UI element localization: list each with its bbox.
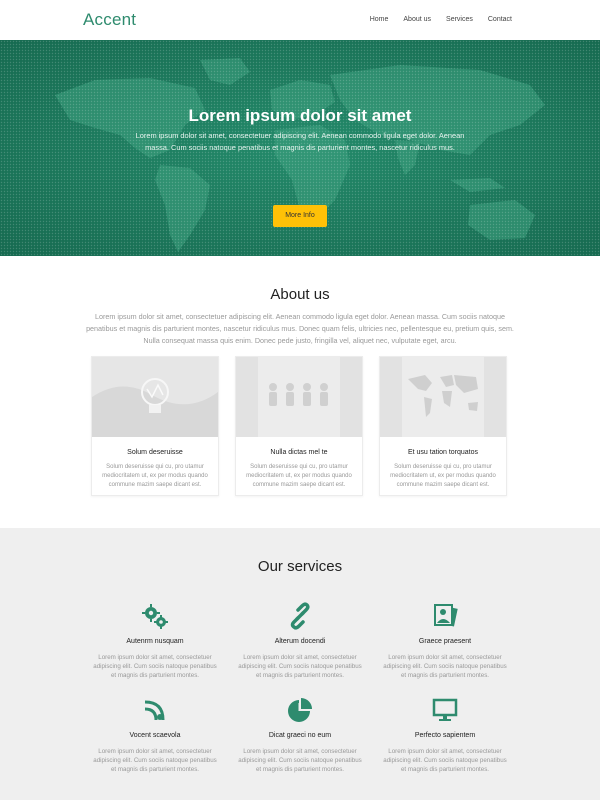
hero-text: Lorem ipsum dolor sit amet, consectetuer… (135, 131, 465, 152)
site-logo[interactable]: Accent (83, 10, 136, 30)
nav-home-link[interactable]: Home (370, 16, 389, 23)
services-section: Our services Autenrm nusquam Lorem ipsum… (0, 528, 600, 800)
service-title: Alterum docendi (274, 638, 326, 645)
about-card-2[interactable]: Nulla dictas mel te Solum deseruisse qui… (235, 356, 363, 496)
service-text: Lorem ipsum dolor sit amet, consectetuer… (93, 654, 217, 679)
lightbulb-icon (92, 357, 218, 437)
card-image-map (380, 357, 506, 437)
more-info-button[interactable]: More Info (273, 205, 327, 227)
site-header: Accent Home About us Services Contact (0, 0, 600, 40)
hero-banner: Lorem ipsum dolor sit amet Lorem ipsum d… (0, 40, 600, 256)
nav-contact-link[interactable]: Contact (488, 16, 512, 23)
rss-icon (144, 700, 165, 721)
service-item: Graece praesent Lorem ipsum dolor sit am… (380, 602, 510, 680)
gears-icon (142, 604, 168, 629)
service-text: Lorem ipsum dolor sit amet, consectetuer… (238, 654, 362, 679)
service-item: Vocent scaevola Lorem ipsum dolor sit am… (90, 696, 220, 774)
card-image-lightbulb (92, 357, 218, 437)
service-item: Autenrm nusquam Lorem ipsum dolor sit am… (90, 602, 220, 680)
card-text: Solum deseruisse qui cu, pro utamur medi… (390, 464, 496, 488)
card-text: Solum deseruisse qui cu, pro utamur medi… (102, 464, 208, 488)
about-title: About us (270, 286, 330, 303)
main-nav: Home About us Services Contact (355, 16, 512, 23)
service-item: Dicat graeci no eum Lorem ipsum dolor si… (235, 696, 365, 774)
service-title: Vocent scaevola (129, 732, 181, 739)
world-map-icon (380, 357, 506, 437)
card-image-people (236, 357, 362, 437)
nav-services-link[interactable]: Services (446, 16, 473, 23)
card-text: Solum deseruisse qui cu, pro utamur medi… (246, 464, 352, 488)
services-title: Our services (257, 558, 343, 575)
card-title: Et usu tation torquatos (407, 449, 479, 456)
nav-about-link[interactable]: About us (403, 16, 431, 23)
monitor-icon (432, 698, 458, 721)
about-card-3[interactable]: Et usu tation torquatos Solum deseruisse… (379, 356, 507, 496)
pie-chart-icon (288, 698, 312, 722)
photos-icon (434, 604, 458, 627)
service-title: Graece praesent (418, 638, 472, 645)
service-title: Perfecto sapientem (414, 732, 476, 739)
card-title: Nulla dictas mel te (270, 449, 328, 456)
link-icon (290, 602, 310, 630)
about-text: Lorem ipsum dolor sit amet, consectetuer… (86, 312, 514, 345)
people-icon (236, 357, 362, 437)
service-item: Perfecto sapientem Lorem ipsum dolor sit… (380, 696, 510, 774)
card-title: Solum deseruisse (127, 449, 183, 456)
service-text: Lorem ipsum dolor sit amet, consectetuer… (93, 748, 217, 773)
service-title: Dicat graeci no eum (268, 732, 332, 739)
service-text: Lorem ipsum dolor sit amet, consectetuer… (238, 748, 362, 773)
hero-title: Lorem ipsum dolor sit amet (188, 106, 412, 125)
service-item: Alterum docendi Lorem ipsum dolor sit am… (235, 602, 365, 680)
about-card-1[interactable]: Solum deseruisse Solum deseruisse qui cu… (91, 356, 219, 496)
service-text: Lorem ipsum dolor sit amet, consectetuer… (383, 748, 507, 773)
service-text: Lorem ipsum dolor sit amet, consectetuer… (383, 654, 507, 679)
service-title: Autenrm nusquam (126, 638, 184, 645)
